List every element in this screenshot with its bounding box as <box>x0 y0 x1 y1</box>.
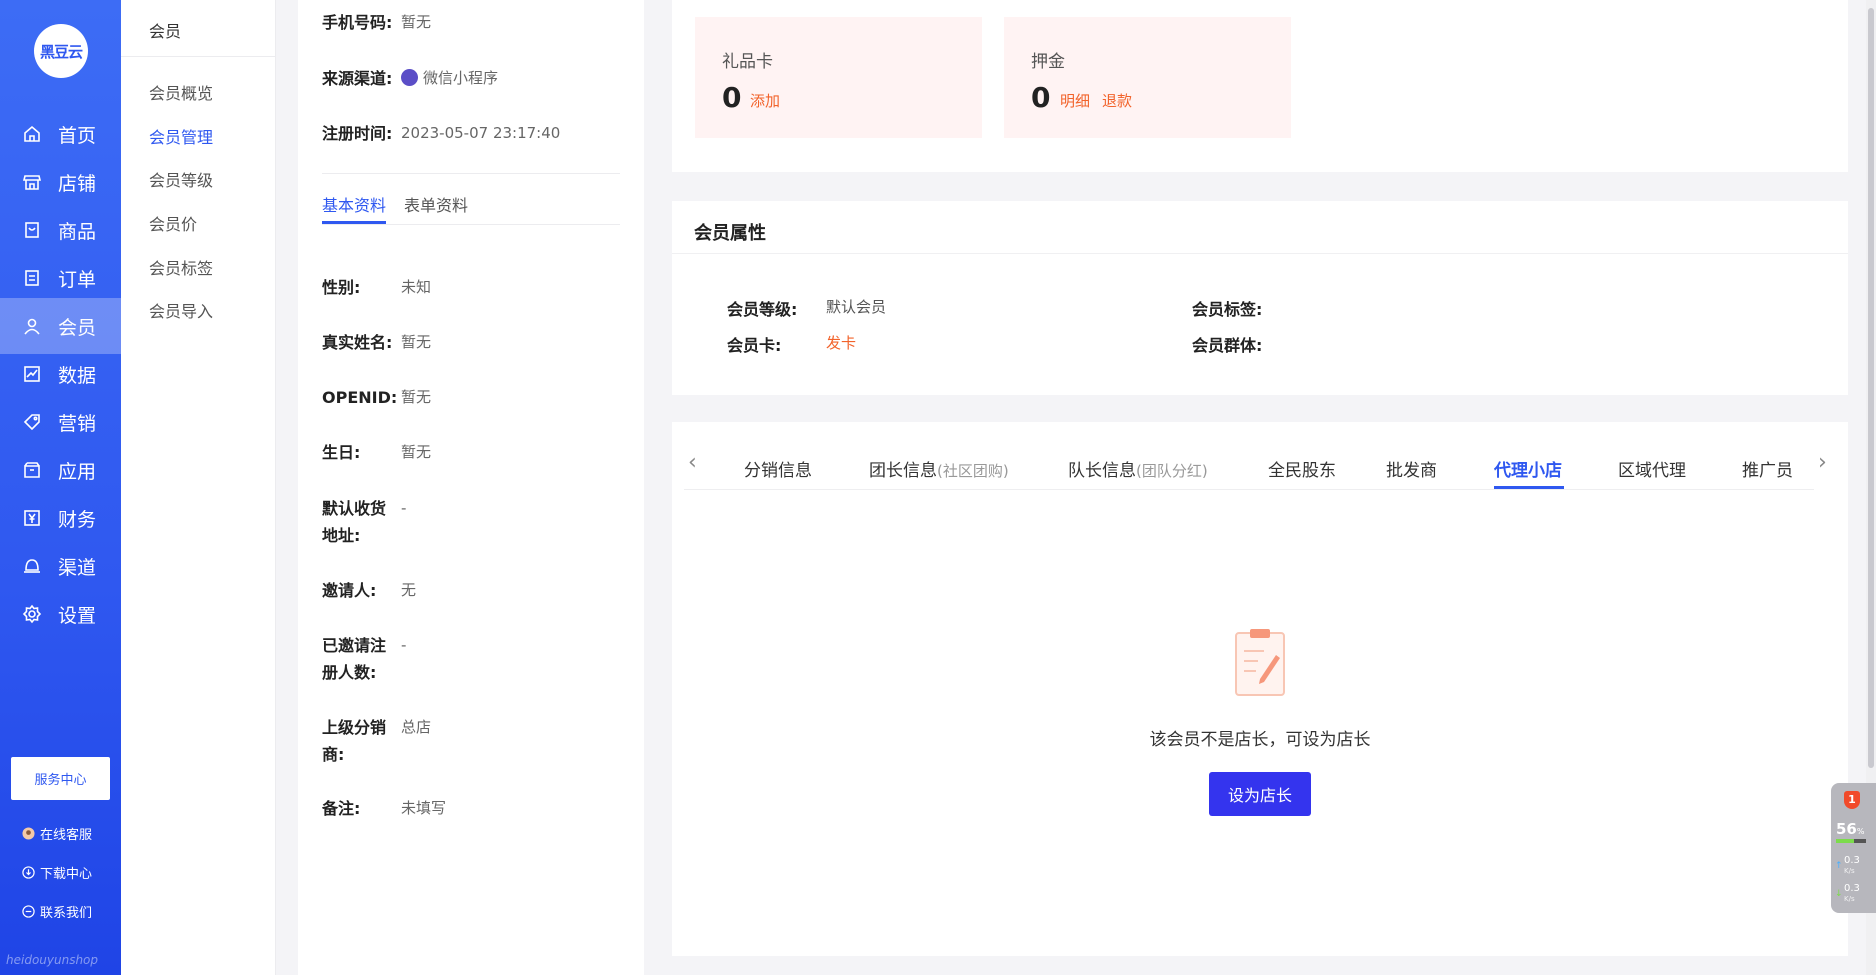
upload-arrow-icon: ↑ <box>1835 861 1843 871</box>
nav-label: 商品 <box>58 220 97 243</box>
asset-cards-section: 礼品卡 0 添加 押金 0 明细 退款 <box>672 0 1848 172</box>
order-icon <box>25 270 39 286</box>
tab-wholesaler[interactable]: 批发商 <box>1386 456 1437 481</box>
download-center-label: 下载中心 <box>40 866 93 882</box>
gear-icon <box>22 604 42 624</box>
yen-icon <box>24 510 40 526</box>
submenu-item-management[interactable]: 会员管理 <box>149 124 213 148</box>
mini-program-icon <box>401 69 418 86</box>
tab-group-leader-info[interactable]: 团长信息(社区团购) <box>869 456 1009 481</box>
online-service-label: 在线客服 <box>40 827 93 843</box>
attr-member-group: 会员群体: <box>1192 336 1263 355</box>
home-icon <box>24 125 40 142</box>
download-center-link[interactable]: 下载中心 <box>22 862 92 882</box>
nav-label: 会员 <box>58 316 97 339</box>
tab-agent-shop[interactable]: 代理小店 <box>1494 456 1562 481</box>
chart-icon <box>24 366 40 382</box>
tabs-scroll-left-icon[interactable]: ‹ <box>688 450 706 475</box>
upload-speed: 0.3 K/s <box>1844 855 1860 876</box>
member-submenu: 会员 会员概览 会员管理 会员等级 会员价 会员标签 会员导入 <box>121 0 276 975</box>
deposit-count: 0 <box>1031 81 1051 114</box>
tab-distribution-info[interactable]: 分销信息 <box>744 456 812 481</box>
nav-label: 数据 <box>58 364 97 387</box>
online-service-link[interactable]: 在线客服 <box>22 823 92 843</box>
nav-label: 财务 <box>58 508 97 531</box>
set-as-shop-owner-button[interactable]: 设为店长 <box>1209 772 1311 816</box>
submenu-divider <box>121 56 275 57</box>
tab-active-indicator <box>322 221 386 224</box>
deposit-detail-link[interactable]: 明细 <box>1060 90 1090 111</box>
nav-item-settings[interactable]: 设置 <box>0 586 121 642</box>
nav-label: 首页 <box>58 124 97 147</box>
scrollbar-thumb[interactable] <box>1868 8 1874 768</box>
submenu-item-level[interactable]: 会员等级 <box>149 167 213 191</box>
store-icon <box>22 175 42 190</box>
gift-card-count: 0 <box>722 81 742 114</box>
member-attributes-card: 会员属性 会员等级: 默认会员 会员卡: 发卡 会员标签: 会员群体: <box>672 201 1848 395</box>
attr-member-tags: 会员标签: <box>1192 300 1263 319</box>
tab-shareholders[interactable]: 全民股东 <box>1268 456 1336 481</box>
app-box-icon <box>24 462 40 478</box>
user-icon <box>24 318 40 335</box>
deposit-refund-link[interactable]: 退款 <box>1102 90 1132 111</box>
brand-footer: heidouyunshop <box>6 953 99 967</box>
section-divider <box>322 173 620 174</box>
download-speed: 0.3 K/s <box>1844 883 1860 904</box>
tab-form-info[interactable]: 表单资料 <box>404 192 468 216</box>
channel-icon <box>24 559 40 573</box>
issue-card-link[interactable]: 发卡 <box>826 332 856 353</box>
tag-icon <box>23 414 40 431</box>
security-shield-icon: 1 <box>1844 791 1860 809</box>
submenu-item-price[interactable]: 会员价 <box>149 211 197 235</box>
attributes-divider <box>672 253 1848 254</box>
nav-label: 店铺 <box>58 172 97 195</box>
submenu-title: 会员 <box>149 22 182 41</box>
avatar-icon <box>22 826 35 840</box>
empty-state-message: 该会员不是店长，可设为店长 <box>1149 730 1371 750</box>
download-arrow-icon: ↓ <box>1835 889 1843 899</box>
member-attributes-title: 会员属性 <box>694 223 766 244</box>
gift-card-add-link[interactable]: 添加 <box>750 90 780 111</box>
nav-label: 营销 <box>58 412 97 435</box>
product-icon <box>25 222 39 238</box>
contact-icon <box>22 904 35 918</box>
tab-promoter[interactable]: 推广员 <box>1742 456 1793 481</box>
download-icon <box>22 865 35 879</box>
memory-bar <box>1836 839 1866 843</box>
tabs-scroll-right-icon[interactable]: › <box>1818 450 1836 475</box>
submenu-item-tags[interactable]: 会员标签 <box>149 255 213 279</box>
tab-team-leader-info[interactable]: 队长信息(团队分红) <box>1068 456 1208 481</box>
system-monitor-widget[interactable]: 1 56% ↑ 0.3 K/s ↓ 0.3 K/s <box>1831 783 1876 913</box>
gift-card-stat: 礼品卡 0 添加 <box>695 17 982 138</box>
member-role-panel: ‹ 分销信息 团长信息(社区团购) 队长信息(团队分红) 全民股东 批发商 代理… <box>672 422 1848 956</box>
nav-label: 设置 <box>58 604 97 627</box>
nav-label: 应用 <box>58 460 97 483</box>
app-logo[interactable]: 黑豆云 <box>34 24 88 78</box>
tab-active-indicator <box>1494 486 1564 489</box>
contact-us-label: 联系我们 <box>40 905 93 921</box>
gift-card-title: 礼品卡 <box>722 52 773 72</box>
tab-regional-agent[interactable]: 区域代理 <box>1618 456 1686 481</box>
main-sidebar: 黑豆云 首页 店铺 商品 订单 会员 数据 营销 应用 财务 渠道 设置 服务中… <box>0 0 121 975</box>
empty-clipboard-icon <box>1235 629 1285 696</box>
nav-label: 渠道 <box>58 556 97 579</box>
deposit-stat: 押金 0 明细 退款 <box>1004 17 1291 138</box>
tab-divider <box>322 224 620 225</box>
member-detail-panel: 手机号码: 暂无 来源渠道: 微信小程序 注册时间: 2023-05-07 23… <box>298 0 644 975</box>
tab-basic-info[interactable]: 基本资料 <box>322 192 386 216</box>
submenu-item-import[interactable]: 会员导入 <box>149 298 213 322</box>
attr-member-card: 会员卡: 发卡 <box>727 334 857 355</box>
submenu-item-overview[interactable]: 会员概览 <box>149 80 213 104</box>
attr-member-level: 会员等级: 默认会员 <box>727 298 887 319</box>
service-center-button[interactable]: 服务中心 <box>11 757 110 800</box>
contact-us-link[interactable]: 联系我们 <box>22 901 92 921</box>
memory-percent: 56% <box>1836 820 1865 838</box>
tabs-baseline <box>684 489 1814 490</box>
nav-label: 订单 <box>58 268 97 291</box>
deposit-title: 押金 <box>1031 52 1065 72</box>
